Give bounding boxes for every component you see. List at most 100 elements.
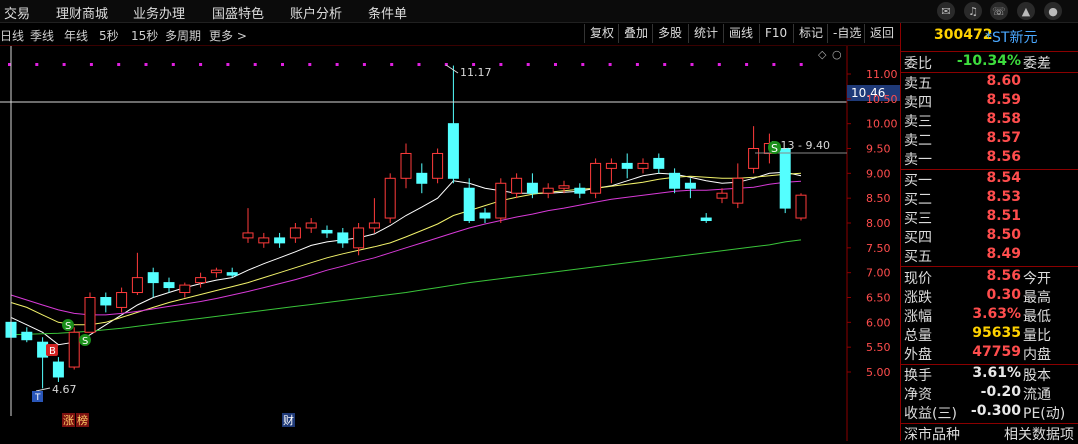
bid-4-row[interactable]: 买四 8.50 [901,227,1078,246]
bid-label: 买四 [904,230,932,246]
bell-icon[interactable]: ♫ [964,2,982,20]
user-icon[interactable]: ● [1044,2,1062,20]
ask-5-row[interactable]: 卖五 8.60 [901,73,1078,92]
candle [637,158,649,174]
menu-business[interactable]: 业务办理 [133,3,185,22]
candle [684,178,696,199]
bid-2-row[interactable]: 买二 8.53 [901,189,1078,208]
candle-body [684,182,696,189]
tag-zhang: 涨 [62,413,75,427]
menu-guosheng-features[interactable]: 国盛特色 [212,3,264,22]
sell-marker-2: S [79,334,91,347]
candlestick-chart[interactable]: 10.46 11.0010.5010.009.509.008.508.007.5… [0,46,900,441]
candle [84,292,96,333]
candle [669,168,681,194]
menu-trade[interactable]: 交易 [4,3,30,22]
event-dot [199,63,203,66]
event-dot [608,63,612,66]
tool-back[interactable]: 返回 [864,24,899,43]
stat-row-change-pct: 涨幅 3.63% 最低 [901,306,1078,325]
ask-label: 卖四 [904,95,932,111]
candle [321,225,333,238]
candle-body [179,284,191,294]
bid-price: 8.51 [986,208,1021,224]
candle-body [368,222,380,229]
circle-icon: ○ [832,48,842,61]
tool-overlay[interactable]: 叠加 [618,24,653,43]
candle [368,198,380,233]
period-yearly[interactable]: 年线 [64,27,88,44]
candle-body [495,182,507,219]
stat-label: 外盘 [904,347,932,363]
period-15s[interactable]: 15秒 [131,27,158,44]
tool-adjust[interactable]: 复权 [584,24,619,43]
candle-body [748,148,760,169]
event-dot [390,63,394,66]
candle [605,158,617,184]
sell-marker-1: S [62,319,74,332]
bid-1-row[interactable]: 买一 8.54 [901,170,1078,189]
tool-mark[interactable]: 标记 [793,24,828,43]
candle-body [195,277,207,284]
candle-body [68,331,80,368]
period-multi[interactable]: 多周期 [165,27,201,44]
svg-text:S: S [65,321,71,332]
event-dot [117,63,121,66]
price-tick-label: 6.50 [866,292,891,305]
ask-4-row[interactable]: 卖四 8.59 [901,92,1078,111]
candles [5,65,807,389]
ask-label: 卖五 [904,76,932,92]
period-5s[interactable]: 5秒 [99,27,119,44]
period-quarterly[interactable]: 季线 [30,27,54,44]
ask-2-row[interactable]: 卖二 8.57 [901,130,1078,149]
message-icon[interactable]: ✉ [937,2,955,20]
candle [116,287,128,313]
candle [163,277,175,293]
stock-header: 300472 *ST新元 [901,27,1078,46]
tool-f10[interactable]: F10 [759,24,792,43]
svg-text:T: T [34,393,41,403]
menu-wealth-mall[interactable]: 理财商城 [56,3,108,22]
candle-body [163,282,175,289]
bid-5-row[interactable]: 买五 8.49 [901,246,1078,265]
stock-name: *ST新元 [985,30,1038,46]
bid-price: 8.49 [986,246,1021,262]
event-dot [308,63,312,66]
price-tick-label: 9.00 [866,167,891,180]
candle-body [21,331,33,341]
tab-shenzhen-products[interactable]: 深市品种 [904,424,960,444]
event-dot [226,63,230,66]
period-more[interactable]: 更多 > [209,27,247,44]
tool-multi-stock[interactable]: 多股 [652,24,687,43]
ask-1-row[interactable]: 卖一 8.56 [901,149,1078,168]
stat-value: 0.30 [986,287,1021,303]
tool-stats[interactable]: 统计 [688,24,723,43]
stat-label: 涨幅 [904,309,932,325]
stat-row-volume: 总量 95635 量比 [901,325,1078,344]
event-dot [772,63,776,66]
bid-3-row[interactable]: 买三 8.51 [901,208,1078,227]
period-daily[interactable]: 日线 [0,27,24,44]
high-annotation: 11.17 [460,66,492,79]
event-dot [171,63,175,66]
candle [463,178,475,223]
event-dot [635,63,639,66]
candle [131,252,143,296]
candle [353,223,365,256]
bid-label: 买三 [904,211,932,227]
candle-body [511,177,523,194]
candle [732,163,744,209]
tool-watchlist[interactable]: -自选 [827,24,866,43]
phone-icon[interactable]: ☏ [990,2,1008,20]
ask-3-row[interactable]: 卖三 8.58 [901,111,1078,130]
shirt-icon[interactable]: ▲ [1017,2,1035,20]
menu-conditional-order[interactable]: 条件单 [368,3,407,22]
tool-draw[interactable]: 画线 [723,24,758,43]
candle-body [732,177,744,204]
tag-cai: 财 [282,413,295,427]
tab-related-data[interactable]: 相关数据项 [1004,424,1074,444]
price-tick-label: 10.50 [866,93,898,106]
ask-price: 8.59 [986,92,1021,108]
menu-account-analysis[interactable]: 账户分析 [290,3,342,22]
stat-right-label: 股本 [1023,368,1051,384]
